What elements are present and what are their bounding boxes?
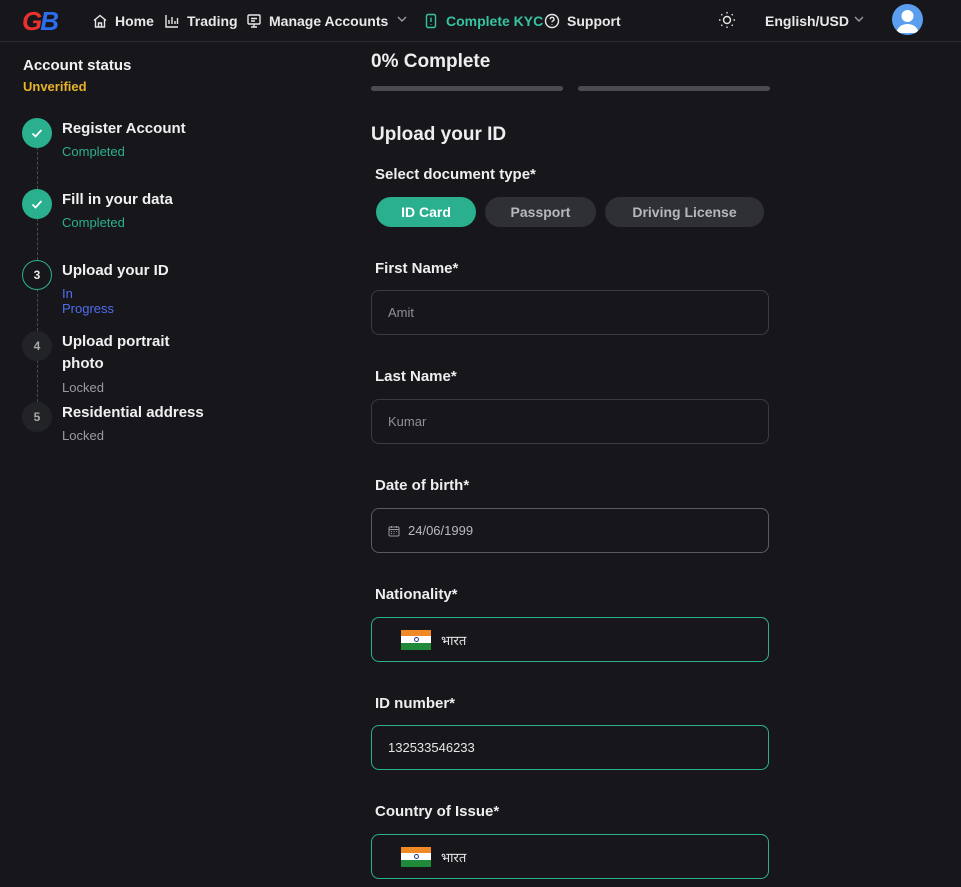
first-name-value: Amit (388, 305, 414, 320)
logo-letter-g: G (22, 6, 42, 36)
bar-chart-icon (165, 15, 179, 28)
nav-manage-accounts[interactable]: Manage Accounts (246, 0, 388, 42)
nav-support-label: Support (567, 13, 621, 29)
account-status-title: Account status (23, 57, 132, 74)
progress-bar-segment (371, 86, 563, 91)
step-title: Register Account (62, 120, 186, 137)
first-name-label: First Name* (375, 260, 459, 277)
step-status: In Progress (62, 286, 115, 316)
step-circle: 3 (22, 260, 52, 290)
step-connector (37, 289, 38, 331)
step-title: Upload portrait photo (62, 333, 170, 372)
nationality-label: Nationality* (375, 586, 458, 603)
progress-label: 0% Complete (371, 51, 491, 72)
calendar-icon (388, 525, 400, 536)
chevron-down-icon[interactable] (853, 12, 865, 26)
step-circle (22, 118, 52, 148)
help-circle-icon (544, 13, 560, 29)
step-status: Completed (62, 215, 125, 230)
country-of-issue-value: भारत (441, 849, 467, 865)
step-connector (37, 218, 38, 260)
check-icon (31, 129, 43, 138)
last-name-input[interactable]: Kumar (371, 399, 769, 444)
id-number-value: 132533546233 (388, 740, 475, 755)
logo-letter-b: B (40, 6, 59, 36)
doc-type-passport-button[interactable]: Passport (485, 197, 596, 227)
dob-label: Date of birth* (375, 477, 470, 494)
nationality-value: भारत (441, 632, 467, 648)
nav-home[interactable]: Home (92, 0, 154, 42)
nav-complete-kyc[interactable]: Complete KYC (423, 0, 543, 42)
top-navigation: GB Home Trading Manage Accounts Complete… (0, 0, 961, 42)
step-title: Upload your ID (62, 262, 169, 279)
step-title: Residential address (62, 404, 204, 421)
nav-manage-accounts-label: Manage Accounts (269, 13, 389, 29)
doc-type-driving-license-button[interactable]: Driving License (605, 197, 764, 227)
nav-support[interactable]: Support (544, 0, 621, 42)
language-label: English/USD (765, 13, 850, 29)
user-avatar-icon (896, 10, 919, 33)
country-of-issue-label: Country of Issue* (375, 803, 500, 820)
last-name-value: Kumar (388, 414, 427, 429)
monitor-icon (247, 14, 261, 28)
step-circle: 5 (22, 402, 52, 432)
step-circle (22, 189, 52, 219)
step-connector (37, 360, 38, 402)
last-name-label: Last Name* (375, 368, 457, 385)
dob-input[interactable]: 24/06/1999 (371, 508, 769, 553)
dob-value: 24/06/1999 (408, 523, 474, 538)
phone-alert-icon (425, 13, 437, 29)
language-selector[interactable]: English/USD (765, 0, 849, 42)
avatar[interactable] (892, 4, 923, 35)
nav-complete-kyc-label: Complete KYC (446, 13, 544, 29)
theme-toggle-sun-icon[interactable] (717, 10, 737, 30)
step-circle: 4 (22, 331, 52, 361)
section-title: Upload your ID (371, 124, 507, 145)
step-connector (37, 147, 38, 189)
step-status: Completed (62, 144, 125, 159)
id-number-label: ID number* (375, 695, 456, 712)
india-flag-icon (401, 846, 431, 867)
check-icon (31, 200, 43, 209)
nav-home-label: Home (115, 13, 154, 29)
step-title: Fill in your data (62, 191, 173, 208)
chevron-down-icon[interactable] (396, 12, 408, 26)
progress-bar-segment (578, 86, 770, 91)
first-name-input[interactable]: Amit (371, 290, 769, 335)
doc-type-id-card-button[interactable]: ID Card (376, 197, 476, 227)
india-flag-icon (401, 629, 431, 650)
country-of-issue-select[interactable]: भारत (371, 834, 769, 879)
nationality-select[interactable]: भारत (371, 617, 769, 662)
step-status: Locked (62, 380, 104, 395)
step-status: Locked (62, 428, 104, 443)
logo[interactable]: GB (22, 6, 59, 37)
id-number-input[interactable]: 132533546233 (371, 725, 769, 770)
nav-trading[interactable]: Trading (164, 0, 238, 42)
account-status-value: Unverified (23, 79, 87, 94)
nav-trading-label: Trading (187, 13, 238, 29)
home-icon (93, 14, 107, 28)
doc-type-label: Select document type* (375, 166, 536, 183)
